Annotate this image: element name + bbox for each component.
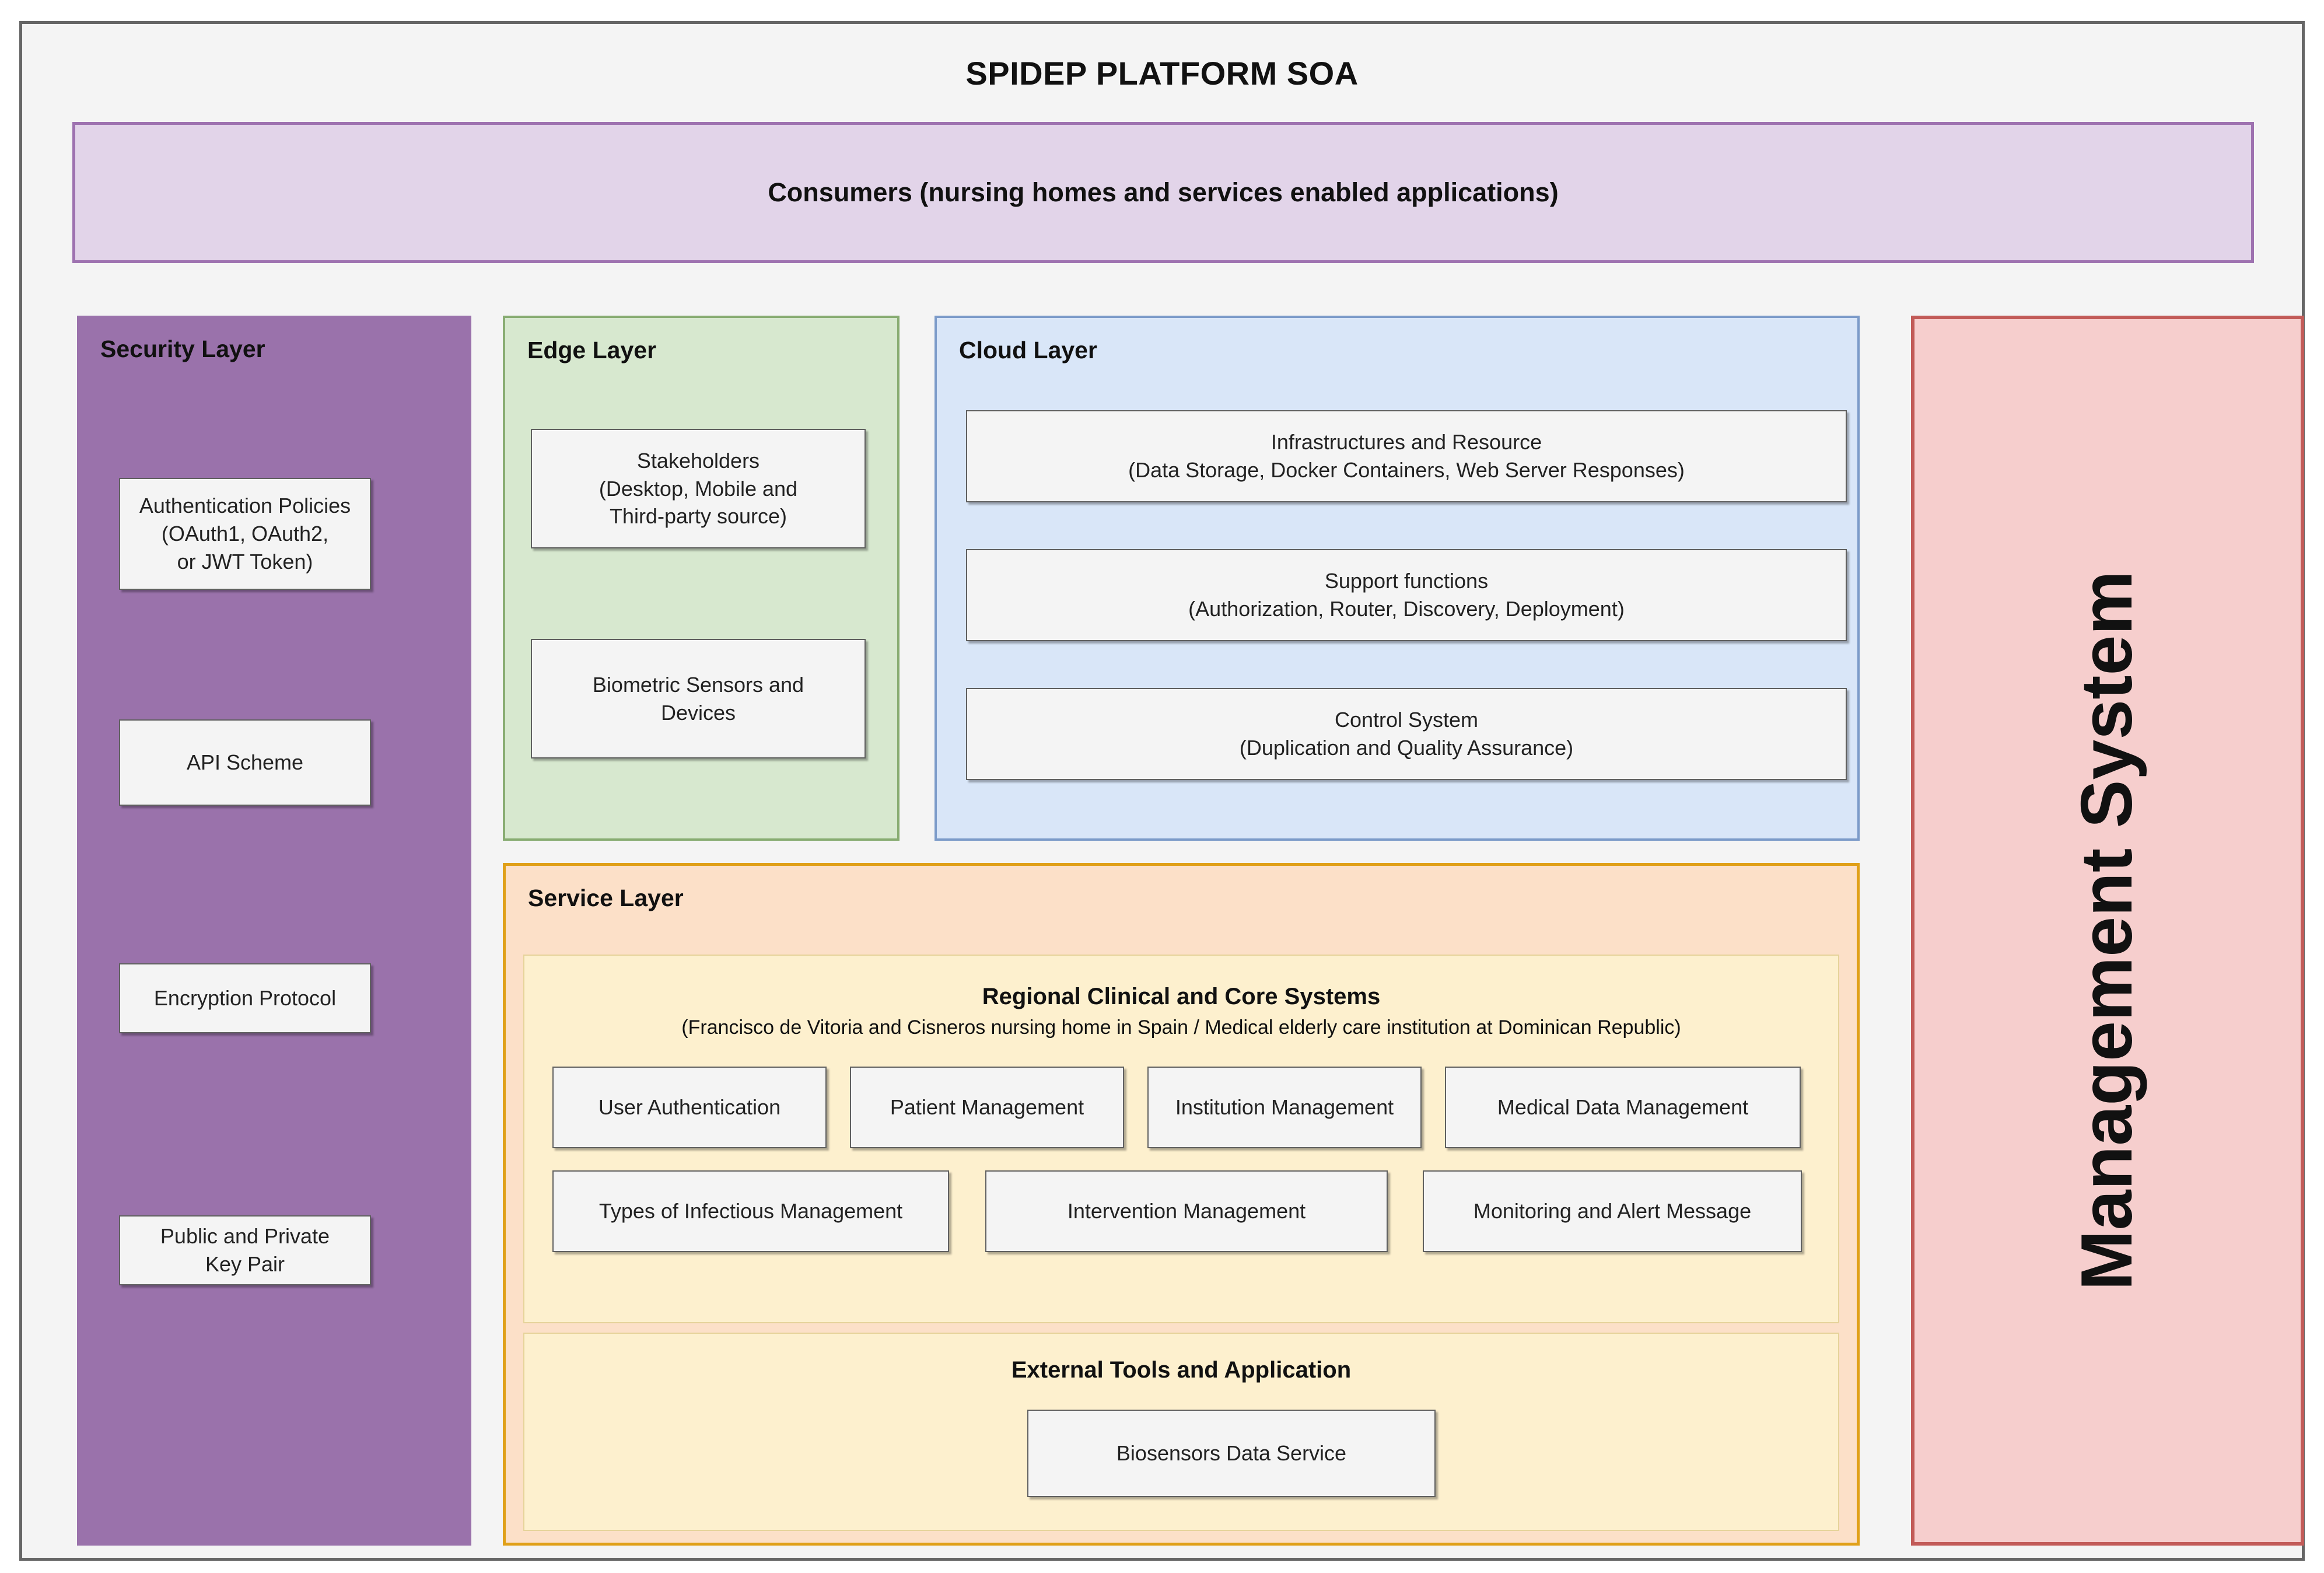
consumers-banner: Consumers (nursing homes and services en… — [72, 122, 2254, 263]
security-layer-title: Security Layer — [100, 335, 265, 362]
service-node-types-of-infectious-management[interactable]: Types of Infectious Management — [552, 1170, 949, 1252]
external-tools-title: External Tools and Application — [1011, 1357, 1352, 1383]
service-layer-title: Service Layer — [528, 885, 684, 911]
cloud-node-control-system[interactable]: Control System (Duplication and Quality … — [966, 688, 1847, 780]
edge-layer-title: Edge Layer — [527, 337, 657, 363]
cloud-node-infrastructures-and-resource[interactable]: Infrastructures and Resource (Data Stora… — [966, 410, 1847, 502]
cloud-node-support-functions[interactable]: Support functions (Authorization, Router… — [966, 549, 1847, 641]
service-node-institution-management[interactable]: Institution Management — [1147, 1067, 1422, 1148]
management-system-panel: Management System — [1911, 316, 2304, 1546]
core-systems-subtitle: (Francisco de Vitoria and Cisneros nursi… — [681, 1016, 1681, 1039]
consumers-label: Consumers (nursing homes and services en… — [768, 177, 1559, 208]
edge-node-stakeholders[interactable]: Stakeholders (Desktop, Mobile and Third-… — [531, 429, 866, 548]
external-tools-card: External Tools and Application Biosensor… — [523, 1333, 1839, 1531]
core-systems-title: Regional Clinical and Core Systems — [982, 984, 1381, 1009]
security-node-encryption-protocol[interactable]: Encryption Protocol — [119, 963, 371, 1033]
service-node-patient-management[interactable]: Patient Management — [850, 1067, 1124, 1148]
service-node-medical-data-management[interactable]: Medical Data Management — [1445, 1067, 1801, 1148]
regional-clinical-core-systems-card: Regional Clinical and Core Systems (Fran… — [523, 955, 1839, 1323]
service-layer-panel: Service Layer Regional Clinical and Core… — [503, 863, 1860, 1546]
edge-layer-panel: Edge Layer Stakeholders (Desktop, Mobile… — [503, 316, 900, 841]
cloud-layer-title: Cloud Layer — [959, 337, 1097, 363]
diagram-frame: SPIDEP PLATFORM SOA Consumers (nursing h… — [19, 21, 2305, 1561]
page-title: SPIDEP PLATFORM SOA — [965, 55, 1359, 92]
edge-node-biometric-sensors-and-devices[interactable]: Biometric Sensors and Devices — [531, 639, 866, 758]
security-layer-panel: Security Layer Authentication Policies (… — [77, 316, 471, 1546]
security-node-public-private-key-pair[interactable]: Public and Private Key Pair — [119, 1215, 371, 1285]
cloud-layer-panel: Cloud Layer Infrastructures and Resource… — [935, 316, 1860, 841]
service-node-biosensors-data-service[interactable]: Biosensors Data Service — [1027, 1410, 1436, 1497]
service-node-monitoring-and-alert-message[interactable]: Monitoring and Alert Message — [1423, 1170, 1802, 1252]
management-system-label: Management System — [2067, 571, 2148, 1291]
security-node-authentication-policies[interactable]: Authentication Policies (OAuth1, OAuth2,… — [119, 478, 371, 590]
service-node-intervention-management[interactable]: Intervention Management — [985, 1170, 1388, 1252]
security-node-api-scheme[interactable]: API Scheme — [119, 719, 371, 806]
service-node-user-authentication[interactable]: User Authentication — [552, 1067, 827, 1148]
